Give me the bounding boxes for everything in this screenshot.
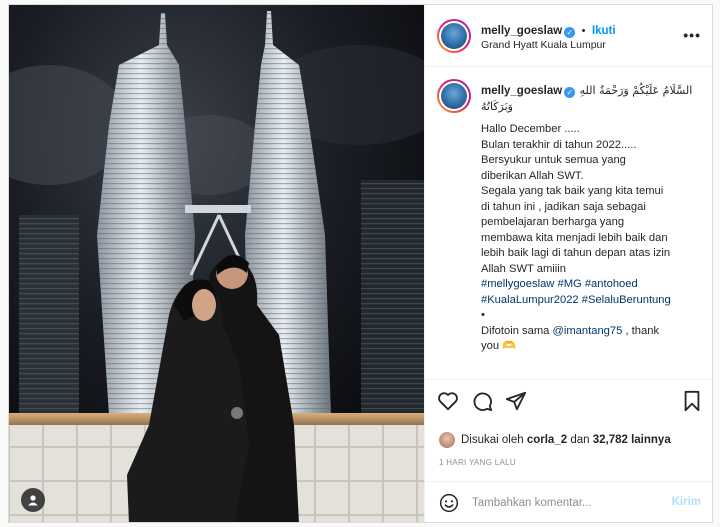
bookmark-icon[interactable] (681, 390, 703, 412)
avatar-image (441, 23, 467, 49)
caption-area: melly_goeslaw ✓ السَّلَامُ عَلَيْكُمْ وَر… (425, 67, 712, 379)
credit-suffix: , thank (622, 324, 660, 337)
comment-box: Kirim (425, 481, 712, 522)
comment-icon[interactable] (471, 390, 493, 412)
header-user-row: melly_goeslaw ✓ • Ikuti (481, 21, 616, 39)
person-icon (28, 495, 38, 506)
caption-avatar-image (441, 83, 467, 109)
verified-badge-icon: ✓ (564, 27, 576, 38)
caption-line: pembelajaran berharga yang (481, 216, 625, 228)
post-photo[interactable] (9, 5, 424, 522)
caption-bullet: • (481, 309, 485, 321)
post-dialog: melly_goeslaw ✓ • Ikuti Grand Hyatt Kuala… (8, 4, 713, 523)
avatar[interactable] (437, 19, 471, 53)
hashtags-line1[interactable]: #mellygoeslaw #MG #antohoed (481, 277, 709, 293)
arabic-greeting-line2: وَبَرَكَاتُهُ (481, 100, 513, 113)
caption-avatar[interactable] (437, 79, 471, 113)
emoji-icon[interactable] (439, 493, 459, 513)
credit-mention-link[interactable]: @imantang75 (553, 325, 623, 337)
caption-line: Allah SWT amiiin (481, 262, 566, 275)
share-icon[interactable] (505, 390, 527, 412)
caption-line: Segala yang tak baik yang kita temui (481, 185, 664, 197)
follow-button[interactable]: Ikuti (592, 25, 616, 37)
post-date[interactable]: 1 HARI YANG LALU (439, 458, 516, 467)
separator-dot: • (581, 25, 586, 37)
caption-verified-badge-icon: ✓ (564, 87, 576, 98)
more-options-icon[interactable]: ••• (683, 27, 701, 43)
caption-line: Bulan terakhir di tahun 2022..... (481, 138, 637, 151)
likes-middle: dan (567, 434, 593, 446)
username-link[interactable]: melly_goeslaw (481, 25, 562, 37)
caption-line: membawa kita menjadi lebih baik dan (481, 231, 668, 244)
post-comment-button[interactable]: Kirim (672, 496, 701, 508)
post-details-panel: melly_goeslaw ✓ • Ikuti Grand Hyatt Kuala… (424, 5, 712, 522)
likes-summary: Disukai oleh corla_2 dan 32,782 lainnya (439, 432, 671, 448)
caption-text: Hallo December ..... Bulan terakhir di t… (481, 122, 709, 355)
comment-input[interactable] (472, 494, 652, 512)
caption-line: diberikan Allah SWT. (481, 169, 584, 182)
hashtags-line2[interactable]: #KualaLumpur2022 #SelaluBeruntung (481, 293, 709, 309)
caption-username-link[interactable]: melly_goeslaw (481, 85, 562, 97)
liker-avatar[interactable] (439, 432, 455, 448)
heart-icon[interactable] (437, 390, 459, 412)
caption-line: Bersyukur untuk semua yang (481, 154, 626, 166)
arabic-greeting-line2-wrap: وَبَرَكَاتُهُ (481, 97, 541, 115)
caption-line: di tahun ini , jadikan saja sebagai (481, 200, 646, 213)
likes-text: Disukai oleh corla_2 dan 32,782 lainnya (461, 434, 671, 446)
likes-prefix: Disukai oleh (461, 434, 527, 446)
credit-prefix: Difotoin sama (481, 324, 553, 337)
petronas-towers-photo (9, 5, 424, 522)
caption-line: lebih baik lagi di tahun depan atas izin (481, 247, 671, 259)
liker-username-link[interactable]: corla_2 (527, 434, 567, 446)
location-link[interactable]: Grand Hyatt Kuala Lumpur (481, 39, 606, 51)
arabic-greeting-line1: السَّلَامُ عَلَيْكُمْ وَرَحْمَةُ اللهِ (579, 84, 693, 97)
likes-count-link[interactable]: 32,782 (593, 434, 628, 446)
tagged-people-button[interactable] (21, 488, 45, 512)
credit-line2: you 🫶 (481, 340, 517, 352)
post-header: melly_goeslaw ✓ • Ikuti Grand Hyatt Kuala… (425, 5, 712, 67)
credit-line: Difotoin sama @imantang75 , thank (481, 324, 709, 340)
likes-suffix[interactable]: lainnya (628, 434, 671, 446)
caption-line: Hallo December ..... (481, 123, 580, 135)
